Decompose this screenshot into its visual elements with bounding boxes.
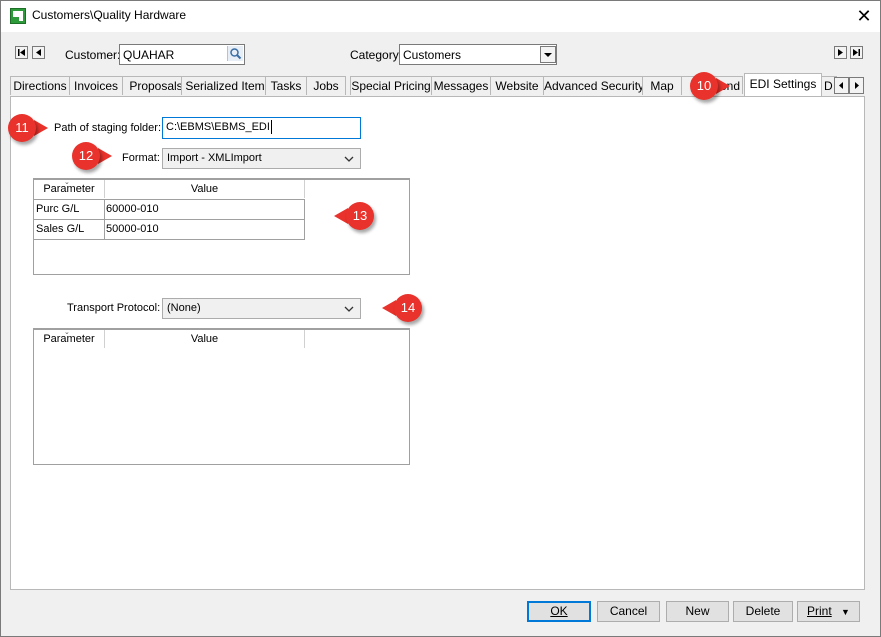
callout-badge: 13	[346, 202, 374, 230]
first-record-icon[interactable]	[15, 46, 28, 59]
customer-label: Customer:	[65, 48, 121, 62]
cell-value[interactable]: 50000-010	[104, 220, 305, 240]
callout-badge: 14	[394, 294, 422, 322]
column-header-value[interactable]: Value	[105, 330, 305, 348]
chevron-down-icon	[344, 153, 354, 167]
category-label: Category:	[350, 48, 403, 62]
callout-pointer	[34, 120, 48, 136]
tab-map[interactable]: Map	[642, 76, 682, 95]
tab-scroll-left-icon[interactable]	[834, 77, 849, 94]
tab-scroll-right-icon[interactable]	[849, 77, 864, 94]
staging-folder-label: Path of staging folder:	[54, 122, 162, 134]
cell-parameter[interactable]: Purc G/L	[34, 199, 105, 220]
column-header-parameter[interactable]: Parameter	[34, 180, 105, 198]
category-value: Customers	[403, 48, 462, 62]
last-record-icon[interactable]	[850, 46, 863, 59]
callout-pointer	[716, 78, 730, 94]
transport-protocol-label: Transport Protocol:	[67, 302, 161, 314]
tab-messages[interactable]: Messages	[431, 76, 491, 95]
chevron-down-icon	[344, 303, 354, 317]
new-button[interactable]: New	[666, 601, 729, 622]
close-icon[interactable]: ✕	[852, 4, 876, 28]
tab-advanced-security[interactable]: Advanced Security	[543, 76, 643, 95]
callout-badge: 10	[690, 72, 718, 100]
delete-button[interactable]: Delete	[733, 601, 793, 622]
tab-directions[interactable]: Directions	[10, 76, 70, 95]
next-record-icon[interactable]	[834, 46, 847, 59]
format-value: Import - XMLImport	[167, 152, 262, 164]
tab-website[interactable]: Website	[490, 76, 544, 95]
print-button[interactable]: Print ▼	[797, 601, 860, 622]
category-select[interactable]: Customers	[399, 44, 557, 65]
tab-tasks[interactable]: Tasks	[265, 76, 307, 95]
transport-protocol-select[interactable]: (None)	[162, 298, 361, 319]
ok-button-label: OK	[550, 604, 568, 618]
window-title: Customers\Quality Hardware	[32, 8, 187, 22]
callout-badge: 11	[8, 114, 36, 142]
staging-folder-input[interactable]: C:\EBMS\EBMS_EDI	[162, 117, 361, 139]
column-header-value[interactable]: Value	[105, 180, 305, 198]
callout-pointer	[98, 148, 112, 164]
callout-badge: 12	[72, 142, 100, 170]
chevron-down-icon[interactable]	[540, 46, 556, 63]
cell-value[interactable]: 60000-010	[104, 199, 305, 220]
column-header-parameter[interactable]: Parameter	[34, 330, 105, 348]
print-button-label: Print	[807, 604, 832, 618]
tab-proposals[interactable]: Proposals	[122, 76, 190, 95]
cell-parameter[interactable]: Sales G/L	[34, 220, 105, 240]
tab-serialized-items[interactable]: Serialized Items	[181, 76, 275, 95]
tab-special-pricing[interactable]: Special Pricing	[350, 76, 432, 95]
transport-protocol-value: (None)	[167, 302, 201, 314]
format-label: Format:	[122, 152, 160, 164]
tab-edi-settings[interactable]: EDI Settings	[744, 73, 822, 96]
dropdown-arrow-icon: ▼	[841, 607, 850, 617]
staging-folder-value: C:\EBMS\EBMS_EDI	[166, 121, 270, 133]
customer-value: QUAHAR	[123, 48, 175, 62]
tab-invoices[interactable]: Invoices	[69, 76, 123, 95]
format-select[interactable]: Import - XMLImport	[162, 148, 361, 169]
ok-button[interactable]: OK	[527, 601, 591, 622]
text-caret	[271, 120, 272, 134]
transport-parameters-grid: ⌄ Parameter Value	[33, 328, 410, 465]
tab-jobs[interactable]: Jobs	[306, 76, 346, 95]
app-icon	[10, 8, 26, 24]
previous-record-icon[interactable]	[32, 46, 45, 59]
search-icon[interactable]	[227, 46, 243, 61]
cancel-button[interactable]: Cancel	[597, 601, 660, 622]
